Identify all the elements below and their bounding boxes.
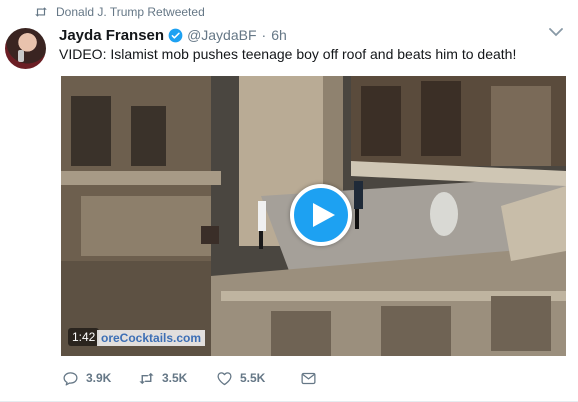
tweet-timestamp[interactable]: 6h [271, 27, 287, 43]
reply-icon [63, 371, 78, 386]
play-button[interactable] [290, 184, 352, 246]
retweet-icon [35, 7, 47, 17]
like-button[interactable]: 5.5K [216, 370, 300, 387]
separator-dot: · [261, 27, 267, 43]
author-handle[interactable]: @JaydaBF [187, 27, 256, 43]
avatar[interactable] [5, 28, 46, 69]
like-count: 5.5K [240, 371, 266, 385]
tweet-header: Jayda Fransen @JaydaBF · 6h [59, 26, 287, 44]
author-name[interactable]: Jayda Fransen [59, 27, 164, 44]
direct-message-button[interactable] [300, 370, 317, 387]
play-icon [312, 203, 335, 227]
retweet-count: 3.5K [162, 371, 188, 385]
reply-count: 3.9K [86, 371, 112, 385]
more-options-button[interactable] [548, 24, 564, 40]
retweet-context: Donald J. Trump Retweeted [34, 4, 205, 20]
tweet[interactable]: Donald J. Trump Retweeted Jayda Fransen … [0, 0, 578, 402]
like-icon [217, 371, 232, 385]
microphone-graphic [18, 50, 24, 62]
reply-button[interactable]: 3.9K [62, 370, 138, 387]
retweet-icon [139, 372, 154, 384]
video-player[interactable]: 1:42 oreCocktails.com [61, 76, 566, 356]
video-watermark: oreCocktails.com [97, 330, 206, 346]
retweet-button[interactable]: 3.5K [138, 370, 216, 387]
tweet-actions: 3.9K 3.5K 5.5K [62, 368, 317, 388]
retweet-context-text[interactable]: Donald J. Trump Retweeted [56, 5, 205, 19]
message-icon [301, 372, 316, 384]
video-duration: 1:42 [68, 328, 100, 346]
tweet-text: VIDEO: Islamist mob pushes teenage boy o… [59, 46, 517, 62]
verified-badge-icon [168, 28, 183, 42]
chevron-down-icon [549, 27, 563, 36]
